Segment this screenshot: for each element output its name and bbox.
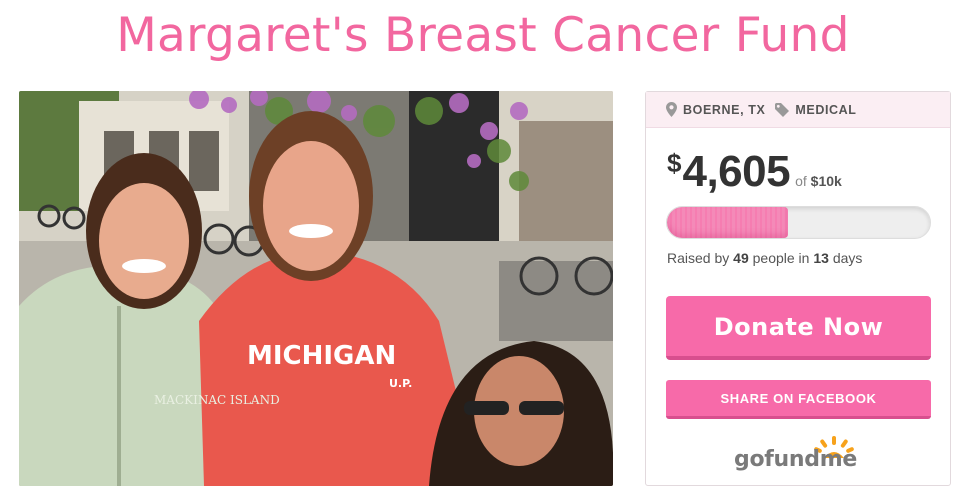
page-title: Margaret's Breast Cancer Fund [116, 8, 850, 63]
logo-fund: fund [764, 447, 820, 472]
share-on-facebook-button[interactable]: SHARE ON FACEBOOK [666, 380, 931, 419]
location-label: BOERNE, TX [683, 102, 766, 117]
raised-prefix: Raised by [667, 250, 730, 266]
category[interactable]: MEDICAL [775, 102, 857, 117]
gofundme-logo[interactable]: gofundme [734, 436, 864, 476]
donate-now-button[interactable]: Donate Now [666, 296, 931, 360]
campaign-photo: MICHIGAN U.P. MACKINAC ISLAND [19, 91, 613, 486]
raised-summary: Raised by 49 people in 13 days [667, 250, 862, 266]
currency-symbol: $ [667, 148, 682, 178]
jacket-text: MACKINAC ISLAND [154, 393, 280, 407]
sweatshirt-subtext: U.P. [389, 377, 412, 390]
campaign-meta: BOERNE, TX MEDICAL [646, 92, 950, 128]
tag-icon [775, 102, 790, 117]
progress-bar [666, 206, 931, 239]
goal-value: $10k [810, 173, 842, 189]
location[interactable]: BOERNE, TX [666, 102, 765, 117]
raised-suffix: days [832, 250, 863, 266]
raised-middle: people in [752, 250, 810, 266]
sweatshirt-text: MICHIGAN [247, 341, 396, 371]
logo-me: me [819, 447, 858, 472]
category-label: MEDICAL [795, 102, 857, 117]
amount-raised: $ 4,605 of $10k [667, 147, 842, 197]
goal-prefix: of [795, 173, 807, 189]
goal-text: of $10k [795, 173, 842, 189]
donor-count: 49 [733, 250, 749, 266]
days-count: 13 [813, 250, 829, 266]
logo-go: go [734, 447, 765, 472]
progress-fill [667, 207, 789, 238]
map-pin-icon [666, 102, 677, 117]
donation-card: BOERNE, TX MEDICAL $ 4,605 of $10k Raise… [645, 91, 951, 486]
gofundme-wordmark: gofundme [734, 447, 857, 472]
amount-value: 4,605 [682, 147, 791, 196]
